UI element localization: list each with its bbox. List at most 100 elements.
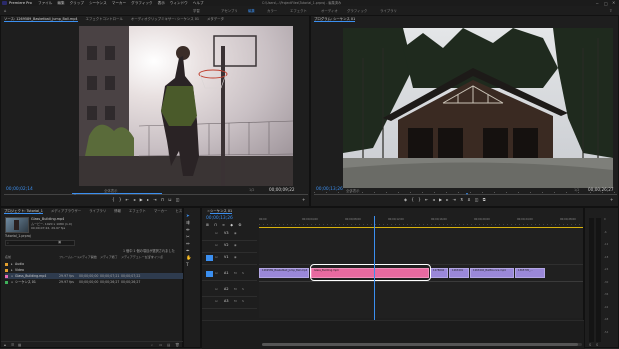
panel-tab[interactable]: エフェクト [129, 209, 146, 213]
workspace-tab[interactable]: カラー [267, 8, 277, 13]
icon-view-icon[interactable]: ▦ [18, 343, 21, 347]
timeline-settings-icon[interactable]: ⚙ [238, 223, 243, 227]
solo-icon[interactable]: S [242, 299, 244, 303]
timeline-options[interactable]: ⊞ ⊓ ∞ ◆ ⚙ [206, 223, 243, 227]
panel-tab[interactable]: 情報 [114, 209, 121, 213]
source-patch-toggle[interactable] [206, 243, 213, 249]
clip-basketball[interactable]: 1269589_Basketball_Jump_Ball.mp4 [259, 268, 309, 278]
lock-track-icon[interactable]: ⊡ [215, 231, 218, 235]
extract-icon[interactable]: ⊻ [467, 197, 471, 202]
prog-button-editor-icon[interactable]: + [610, 197, 613, 202]
new-item-icon[interactable]: ▤ [167, 343, 170, 347]
mute-icon[interactable]: M [234, 299, 237, 303]
lock-track-icon[interactable]: ⊡ [215, 271, 218, 275]
source-patch-toggle[interactable] [206, 231, 213, 237]
panel-tab[interactable]: プログラム: シーケンス 01 [314, 17, 356, 22]
program-resolution-select[interactable]: 1/2 [574, 188, 579, 192]
timeline-playhead[interactable] [374, 216, 375, 331]
timeline-tab[interactable]: シーケンス 01 [210, 209, 233, 214]
label-color-swatch[interactable] [5, 262, 8, 266]
workspace-tab[interactable]: 学習 [193, 8, 200, 13]
nest-icon[interactable]: ⊞ [206, 223, 211, 227]
panel-tab[interactable]: プロジェクト: Tutorial_1 [4, 209, 43, 214]
list-view-icon[interactable]: ☰ [11, 343, 14, 347]
label-color-swatch[interactable] [5, 274, 8, 278]
clip-1278694[interactable]: 1278694 [430, 268, 448, 278]
mute-icon[interactable]: M [234, 271, 237, 275]
prog-go-to-out-icon[interactable]: ⇥ [453, 197, 458, 202]
prog-go-to-in-icon[interactable]: ⇤ [425, 197, 430, 202]
insert-icon[interactable]: ⊓ [161, 197, 166, 202]
type-tool-icon[interactable]: T [186, 262, 200, 269]
lock-track-icon[interactable]: ⊡ [215, 255, 218, 259]
source-patch-toggle[interactable] [206, 271, 213, 277]
lock-track-icon[interactable]: ⊡ [215, 299, 218, 303]
slip-tool-icon[interactable]: ⇔ [186, 241, 200, 248]
mark-in-icon[interactable]: { [112, 197, 116, 202]
quick-export-icon[interactable]: ⇪ [609, 8, 612, 13]
maximize-icon[interactable]: □ [604, 1, 608, 6]
search-bin-icon[interactable]: ⌕ [151, 343, 153, 347]
panel-tab[interactable]: ヒストリー [175, 209, 182, 213]
mark-out-icon[interactable]: } [119, 197, 123, 202]
workspace-tab[interactable]: 編集 [248, 8, 255, 13]
panel-tab[interactable]: メディアブラウザー [51, 209, 81, 213]
linked-selection-icon[interactable]: ∞ [222, 223, 227, 227]
source-scrubber[interactable] [4, 194, 308, 195]
eye-icon[interactable]: ◉ [234, 255, 237, 259]
overwrite-icon[interactable]: ⊔ [168, 197, 173, 202]
prog-step-back-icon[interactable]: ◂ [433, 197, 437, 202]
home-icon[interactable]: ⌂ [4, 8, 7, 13]
minimize-icon[interactable]: ─ [596, 1, 598, 6]
new-bin-icon[interactable]: ▭ [159, 343, 162, 347]
step-back-icon[interactable]: ◂ [133, 197, 137, 202]
panel-tab[interactable]: オーディオクリップミキサー: シーケンス 01 [131, 17, 199, 21]
workspace-tab[interactable]: アセンブリ [221, 8, 238, 13]
lock-track-icon[interactable]: ⊡ [215, 243, 218, 247]
go-to-in-icon[interactable]: ⇤ [126, 197, 131, 202]
prog-mark-in-icon[interactable]: { [411, 197, 415, 202]
prog-export-frame-icon[interactable]: ◫ [475, 197, 480, 202]
project-column-headers[interactable]: 名前 フレームレート メディア開始 メディア終了 メディアデュレーション ビデオイン点 [5, 255, 183, 260]
ripple-edit-tool-icon[interactable]: ⇹ [186, 227, 200, 234]
lock-track-icon[interactable]: ⊡ [215, 287, 218, 291]
source-transport-controls[interactable]: { } ⇤ ◂ ▶ ▸ ⇥ ⊓ ⊔ ◫ [112, 197, 181, 202]
timeline-timecode[interactable]: 00;00;13;26 [206, 216, 233, 221]
razor-tool-icon[interactable]: ✂ [186, 234, 200, 241]
comparison-view-icon[interactable]: ⧉ [483, 197, 487, 202]
column-header[interactable]: ビデオイン点 [145, 255, 163, 259]
trash-icon[interactable]: 🗑︎ [175, 343, 180, 347]
source-resolution-select[interactable]: 1/2 [249, 188, 254, 192]
panel-tab[interactable]: エフェクトコントロール [86, 17, 123, 21]
column-header[interactable]: フレームレート [59, 255, 80, 259]
new-search-bin-icon[interactable]: ▣ [58, 240, 61, 244]
solo-left-icon[interactable]: S [589, 343, 591, 347]
step-forward-icon[interactable]: ▸ [147, 197, 151, 202]
solo-icon[interactable]: S [242, 271, 244, 275]
program-playhead-icon[interactable]: ▾ [466, 191, 468, 196]
project-item[interactable]: ▫ シーケンス 01 29.97 fps 00;00;00;00 00;00;26;27… [5, 279, 183, 285]
project-search-input[interactable]: ⌕ [5, 240, 75, 246]
clip-1263491[interactable]: 1263491 [449, 268, 469, 278]
workspace-tab[interactable]: グラフィック [347, 8, 367, 13]
solo-right-icon[interactable]: S [596, 343, 598, 347]
panel-tab[interactable]: マーカー [154, 209, 168, 213]
workspace-tab[interactable]: エフェクト [290, 8, 307, 13]
prog-marker-icon[interactable]: ◈ [404, 197, 409, 202]
hand-tool-icon[interactable]: ✋ [186, 255, 200, 262]
go-to-out-icon[interactable]: ⇥ [153, 197, 158, 202]
solo-icon[interactable]: S [242, 287, 244, 291]
prog-step-forward-icon[interactable]: ▸ [446, 197, 450, 202]
source-patch-toggle[interactable] [206, 255, 213, 261]
column-header[interactable]: メディア開始 [79, 255, 97, 259]
source-fit-select[interactable]: 全体表示 [104, 188, 118, 193]
timeline-tracks-area[interactable]: 1269589_Basketball_Jump_Ball.mp4 Glass_B… [259, 216, 583, 331]
source-patch-toggle[interactable] [206, 299, 213, 305]
program-transport-controls[interactable]: ◈ { } ⇤ ◂ ▶ ▸ ⇥ ⊼ ⊻ ◫ ⧉ [404, 197, 487, 202]
prog-mark-out-icon[interactable]: } [418, 197, 422, 202]
export-frame-icon[interactable]: ◫ [176, 197, 181, 202]
panel-tab[interactable]: ライブラリ [89, 209, 106, 213]
workspace-tab[interactable]: オーディオ [321, 8, 338, 13]
add-marker-icon[interactable]: ◆ [230, 223, 235, 227]
timeline-close-icon[interactable]: × [207, 208, 210, 214]
